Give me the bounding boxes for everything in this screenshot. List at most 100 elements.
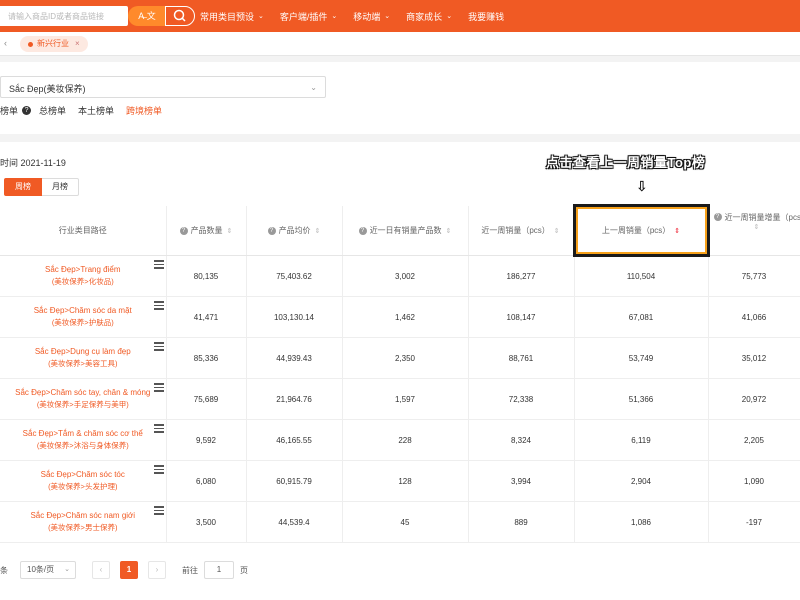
chevron-left-icon[interactable]: ‹ bbox=[4, 38, 7, 48]
nav-item-client-plugin[interactable]: 客户端/插件 ⌄ bbox=[280, 10, 337, 23]
search-button[interactable] bbox=[165, 6, 195, 26]
nav-label: 客户端/插件 bbox=[279, 11, 328, 22]
rank-filter: 榜单 ? 总榜单 本土榜单 跨境榜单 bbox=[0, 104, 174, 117]
cell-sales-previous-week: 67,081 bbox=[574, 296, 709, 338]
tab-weekly[interactable]: 周榜 bbox=[4, 178, 42, 196]
menu-icon[interactable] bbox=[153, 342, 164, 353]
menu-icon[interactable] bbox=[153, 506, 164, 517]
cell-sales-last-week: 8,324 bbox=[468, 419, 575, 461]
close-icon[interactable]: × bbox=[75, 36, 80, 52]
category-name-vi[interactable]: Sắc Đẹp>Chăm sóc tay, chân & móng bbox=[4, 387, 162, 399]
cell-sales-increment: 2,205 bbox=[708, 419, 800, 461]
filter-panel: Sắc Đẹp(美妆保养) ⌄ 榜单 ? 总榜单 本土榜单 跨境榜单 bbox=[0, 62, 800, 134]
cell-avg-price: 44,539.4 bbox=[246, 501, 343, 543]
category-name-zh: (美妆保养>护肤品) bbox=[51, 318, 114, 327]
tab-strip: ‹ 新兴行业 × bbox=[0, 32, 800, 56]
header-product-count[interactable]: ? 产品数量 ⇕ bbox=[166, 205, 247, 256]
goto-page-input[interactable]: 1 bbox=[204, 561, 234, 579]
chevron-down-icon: ⌄ bbox=[331, 13, 338, 20]
cell-avg-price: 60,915.79 bbox=[246, 460, 343, 502]
page-number-current[interactable]: 1 bbox=[120, 561, 138, 579]
menu-icon[interactable] bbox=[153, 383, 164, 394]
rank-option-local[interactable]: 本土榜单 bbox=[78, 104, 114, 117]
menu-icon[interactable] bbox=[153, 424, 164, 435]
nav-item-category-preset[interactable]: 常用类目预设 ⌄ bbox=[200, 10, 264, 23]
table-row: Sắc Đẹp>Chăm sóc nam giới (美妆保养>男士保养) 3,5… bbox=[0, 501, 800, 543]
nav-label: 移动端 bbox=[353, 11, 381, 22]
header-avg-price[interactable]: ? 产品均价 ⇕ bbox=[246, 205, 343, 256]
header-sales-previous-week[interactable]: 上一周销量（pcs） ⇕ bbox=[572, 204, 710, 257]
header-sales-last-week[interactable]: 近一周销量（pcs） ⇕ bbox=[468, 205, 575, 256]
category-select[interactable]: Sắc Đẹp(美妆保养) ⌄ bbox=[0, 76, 326, 98]
category-name-vi[interactable]: Sắc Đẹp>Chăm sóc da mặt bbox=[4, 305, 162, 317]
cell-sales-previous-week: 2,904 bbox=[574, 460, 709, 502]
help-icon[interactable]: ? bbox=[358, 226, 367, 235]
category-cell[interactable]: Sắc Đẹp>Trang điểm (美妆保养>化妆品) bbox=[0, 255, 167, 297]
category-name-vi[interactable]: Sắc Đẹp>Tắm & chăm sóc cơ thể bbox=[4, 428, 162, 440]
chevron-down-icon: ⌄ bbox=[258, 13, 264, 20]
rank-label: 榜单 bbox=[0, 106, 19, 116]
nav-label: 常用类目预设 bbox=[200, 11, 255, 22]
table-row: Sắc Đẹp>Dụng cụ làm đẹp (美妆保养>美容工具) 85,33… bbox=[0, 337, 800, 379]
header-label: 产品数量 bbox=[190, 225, 223, 235]
sort-icon[interactable]: ⇕ bbox=[754, 223, 760, 231]
menu-icon[interactable] bbox=[153, 301, 164, 312]
sort-icon[interactable]: ⇕ bbox=[446, 227, 452, 235]
nav-item-merchant-growth[interactable]: 商家成长 ⌄ bbox=[406, 10, 452, 23]
sort-icon[interactable]: ⇕ bbox=[674, 227, 680, 235]
main-panel: 时间 2021-11-19 周榜 月榜 点击查看上一周销量Top榜 ⇩ 行业类目… bbox=[0, 142, 800, 600]
page-size-select[interactable]: 10条/页 ⌄ bbox=[20, 561, 76, 579]
search-icon bbox=[173, 9, 186, 22]
help-icon[interactable]: ? bbox=[179, 226, 188, 235]
help-icon[interactable]: ? bbox=[267, 226, 276, 235]
cell-sales-previous-week: 1,086 bbox=[574, 501, 709, 543]
category-cell[interactable]: Sắc Đẹp>Dụng cụ làm đẹp (美妆保养>美容工具) bbox=[0, 337, 167, 379]
cell-sales-last-week: 186,277 bbox=[468, 255, 575, 297]
chevron-down-icon: ⌄ bbox=[310, 83, 317, 92]
header-label: 行业类目路径 bbox=[58, 225, 107, 235]
rank-option-cross-border[interactable]: 跨境榜单 bbox=[126, 104, 162, 117]
active-dot-icon bbox=[28, 41, 33, 47]
category-name-vi[interactable]: Sắc Đẹp>Chăm sóc tóc bbox=[4, 469, 162, 481]
sort-icon[interactable]: ⇕ bbox=[227, 227, 233, 235]
category-name-zh: (美妆保养>化妆品) bbox=[51, 277, 114, 286]
nav-item-mobile[interactable]: 移动端 ⌄ bbox=[353, 10, 390, 23]
category-cell[interactable]: Sắc Đẹp>Chăm sóc tóc (美妆保养>头发护理) bbox=[0, 460, 167, 502]
cell-avg-price: 44,939.43 bbox=[246, 337, 343, 379]
sort-icon[interactable]: ⇕ bbox=[315, 227, 321, 235]
help-icon[interactable]: ? bbox=[713, 213, 722, 222]
category-cell[interactable]: Sắc Đẹp>Chăm sóc nam giới (美妆保养>男士保养) bbox=[0, 501, 167, 543]
tab-monthly[interactable]: 月榜 bbox=[42, 178, 79, 196]
category-name-vi[interactable]: Sắc Đẹp>Trang điểm bbox=[4, 264, 162, 276]
chevron-down-icon: ⌄ bbox=[384, 13, 391, 20]
nav-item-earn-money[interactable]: 我要赚钱 bbox=[468, 10, 504, 23]
tab-active-industry[interactable]: 新兴行业 × bbox=[20, 36, 88, 52]
header-label: 近一周销量增量（pcs） bbox=[724, 212, 800, 222]
menu-icon[interactable] bbox=[153, 260, 164, 271]
category-cell[interactable]: Sắc Đẹp>Chăm sóc tay, chân & móng (美妆保养>手… bbox=[0, 378, 167, 420]
tab-label: 新兴行业 bbox=[37, 39, 69, 48]
rank-option-total[interactable]: 总榜单 bbox=[39, 104, 66, 117]
cell-sales-last-week: 108,147 bbox=[468, 296, 575, 338]
category-name-vi[interactable]: Sắc Đẹp>Dụng cụ làm đẹp bbox=[4, 346, 162, 358]
menu-icon[interactable] bbox=[153, 465, 164, 476]
help-icon[interactable]: ? bbox=[22, 106, 32, 115]
category-cell[interactable]: Sắc Đẹp>Chăm sóc da mặt (美妆保养>护肤品) bbox=[0, 296, 167, 338]
prev-page-button[interactable]: ‹ bbox=[92, 561, 110, 579]
cell-product-count: 41,471 bbox=[166, 296, 247, 338]
search-input[interactable]: 请输入商品ID或者商品链接 bbox=[0, 6, 128, 26]
header-sales-increment[interactable]: ?近一周销量增量（pcs）⇕ bbox=[708, 205, 800, 256]
cell-sales-previous-week: 51,366 bbox=[574, 378, 709, 420]
cell-product-count: 85,336 bbox=[166, 337, 247, 379]
header-category-path: 行业类目路径 bbox=[0, 205, 167, 256]
sort-icon[interactable]: ⇕ bbox=[554, 227, 560, 235]
next-page-button[interactable]: › bbox=[148, 561, 166, 579]
cell-products-sold-1d: 228 bbox=[342, 419, 469, 461]
category-name-vi[interactable]: Sắc Đẹp>Chăm sóc nam giới bbox=[4, 510, 162, 522]
translate-button[interactable]: A̶ 文 bbox=[128, 6, 166, 26]
header-products-sold-1d[interactable]: ? 近一日有销量产品数 ⇕ bbox=[342, 205, 469, 256]
cell-sales-increment: -197 bbox=[708, 501, 800, 543]
category-cell[interactable]: Sắc Đẹp>Tắm & chăm sóc cơ thể (美妆保养>沐浴与身体… bbox=[0, 419, 167, 461]
chevron-down-icon: ⌄ bbox=[64, 566, 70, 573]
cell-product-count: 75,689 bbox=[166, 378, 247, 420]
